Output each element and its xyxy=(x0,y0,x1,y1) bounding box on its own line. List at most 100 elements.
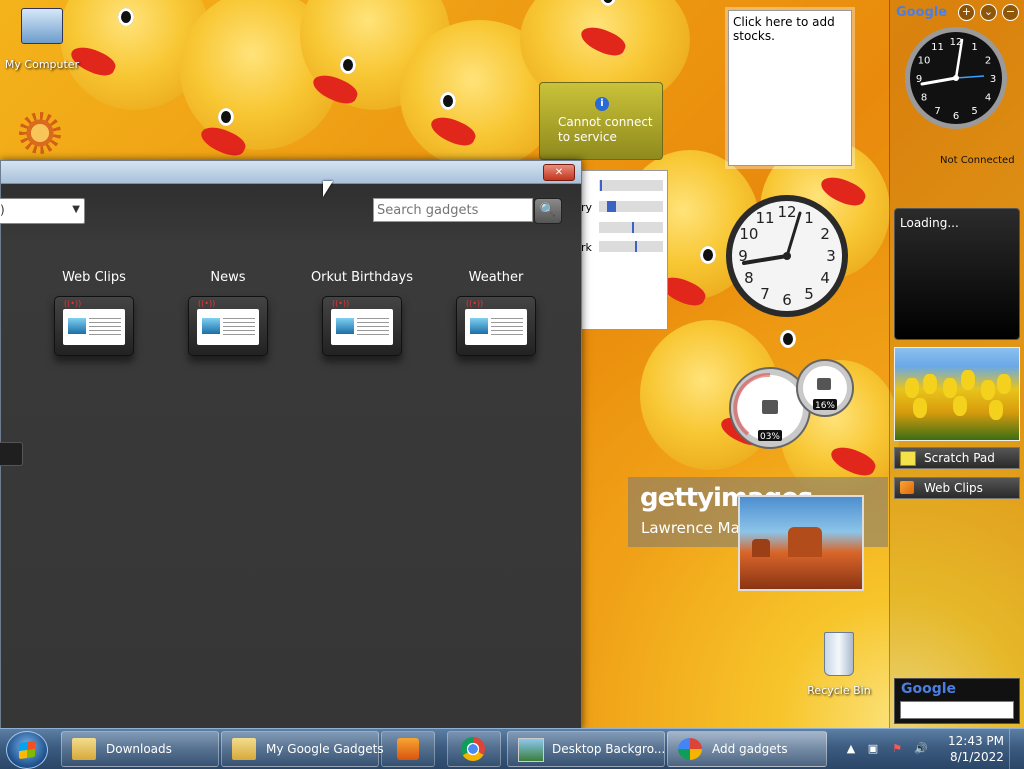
computer-icon xyxy=(21,8,63,44)
traffic-bar xyxy=(599,201,663,212)
traffic-bar xyxy=(599,241,663,252)
analog-clock-gadget[interactable]: 1234567891011 12 xyxy=(724,193,850,319)
traffic-gadget[interactable]: ry rk xyxy=(580,170,668,330)
loading-gadget[interactable]: Loading... xyxy=(894,208,1020,340)
task-label: Add gadgets xyxy=(712,742,788,756)
action-center-icon[interactable]: ⚑ xyxy=(890,742,904,756)
stocks-gadget[interactable]: Click here to add stocks. xyxy=(728,10,852,166)
mandala-icon xyxy=(19,112,61,154)
traffic-row: rk xyxy=(581,241,665,254)
clock-numeral: 4 xyxy=(985,93,991,104)
clock-numeral: 1 xyxy=(971,42,977,53)
clock-numeral: 4 xyxy=(820,269,830,287)
trash-icon xyxy=(824,632,854,676)
gadget-tile-orkut-birthdays[interactable]: Orkut Birthdays ((•)) xyxy=(307,270,417,356)
sidebar-clock-gadget[interactable]: 1234567891011 12 xyxy=(904,26,1008,130)
desert-photo[interactable] xyxy=(738,495,864,591)
clock-numeral: 3 xyxy=(826,247,836,265)
search-button[interactable]: 🔍 xyxy=(534,198,562,224)
rss-feed-icon[interactable]: ((•)) xyxy=(456,296,536,356)
clock-date[interactable]: 8/1/2022 xyxy=(950,750,1004,764)
map-gadget[interactable]: i Cannot connect to service xyxy=(539,82,663,160)
chevron-down-icon: ▼ xyxy=(72,204,80,215)
taskbar: Downloads My Google Gadgets Desktop Back… xyxy=(0,728,1024,769)
cpu-meter-gadget[interactable]: 03% 16% xyxy=(728,356,856,456)
clock-numeral: 7 xyxy=(760,285,770,303)
windows-logo-icon xyxy=(19,740,35,760)
task-my-google-gadgets[interactable]: My Google Gadgets xyxy=(221,731,384,767)
sidebar-item-web-clips[interactable]: Web Clips xyxy=(894,477,1020,499)
chrome-pin[interactable] xyxy=(447,731,501,767)
clock-pin xyxy=(783,252,791,260)
clock-numeral: 6 xyxy=(782,291,792,309)
traffic-label: rk xyxy=(581,241,592,254)
clock-numeral: 5 xyxy=(971,106,977,117)
add-gadget-button[interactable]: + xyxy=(958,4,975,21)
search-gadgets-input[interactable] xyxy=(373,198,533,222)
clock-numeral: 2 xyxy=(820,225,830,243)
desktop-icon-label: Recycle Bin xyxy=(807,684,871,697)
mouse-cursor xyxy=(323,181,333,197)
task-label: My Google Gadgets xyxy=(266,742,384,756)
gadget-gallery: ) ▼ 🔍 Web Clips ((•)) News ((•)) Orkut B… xyxy=(0,184,581,728)
close-button[interactable]: ✕ xyxy=(543,164,575,181)
clock-pin xyxy=(953,75,959,81)
rss-feed-icon[interactable]: ((•)) xyxy=(54,296,134,356)
clock-status: Not Connected xyxy=(940,155,1015,166)
note-icon xyxy=(900,451,916,466)
my-computer-icon[interactable]: My Computer xyxy=(2,8,82,71)
clock-time[interactable]: 12:43 PM xyxy=(948,734,1004,748)
recycle-bin-icon[interactable]: Recycle Bin xyxy=(806,632,872,697)
info-icon: i xyxy=(595,97,609,111)
sidebar-item-scratch-pad[interactable]: Scratch Pad xyxy=(894,447,1020,469)
traffic-fill xyxy=(635,241,637,252)
google-search-input[interactable] xyxy=(900,701,1014,719)
gallery-page-button[interactable] xyxy=(0,442,23,466)
gadget-tile-label: Web Clips xyxy=(62,270,126,285)
close-icon: ✕ xyxy=(554,167,564,178)
clock-numeral: 2 xyxy=(985,56,991,67)
system-tray: ▲ ▣ ⚑ 🔊 12:43 PM 8/1/2022 xyxy=(840,729,1024,769)
stocks-prompt[interactable]: Click here to add stocks. xyxy=(733,15,847,43)
clock-numeral: 6 xyxy=(953,111,959,122)
add-gadgets-window[interactable]: ✕ ) ▼ 🔍 Web Clips ((•)) News ((•)) Orkut… xyxy=(0,160,582,728)
volume-icon[interactable]: 🔊 xyxy=(914,742,928,756)
task-add-gadgets[interactable]: Add gadgets xyxy=(667,731,827,767)
traffic-row xyxy=(581,180,665,192)
chevron-up-icon[interactable]: ▲ xyxy=(844,742,858,756)
rss-icon xyxy=(900,481,914,494)
google-logo: Google xyxy=(901,681,957,697)
gadget-tile-news[interactable]: News ((•)) xyxy=(173,270,283,356)
category-select[interactable]: ) ▼ xyxy=(0,198,85,224)
task-downloads[interactable]: Downloads xyxy=(61,731,219,767)
gadget-tile-weather[interactable]: Weather ((•)) xyxy=(441,270,551,356)
sidebar-google-logo: Google xyxy=(896,5,948,20)
gadget-tile-web-clips[interactable]: Web Clips ((•)) xyxy=(39,270,149,356)
clock-numeral: 11 xyxy=(931,42,944,53)
google-search-gadget: Google xyxy=(894,678,1020,724)
desktop-background-icon xyxy=(518,738,544,762)
sidebar-item-label: Web Clips xyxy=(924,481,983,495)
memory-chip-icon xyxy=(817,378,831,390)
butte-shape xyxy=(788,527,822,557)
gadget-tile-label: News xyxy=(210,270,246,285)
category-select-value: ) xyxy=(0,203,5,217)
show-desktop-button[interactable] xyxy=(1009,729,1024,769)
google-gadgets-icon xyxy=(678,738,702,760)
shortcut-icon[interactable] xyxy=(16,112,64,158)
rss-feed-icon[interactable]: ((•)) xyxy=(322,296,402,356)
window-title-bar[interactable]: ✕ xyxy=(1,161,581,184)
clock-numeral: 1 xyxy=(804,209,814,227)
traffic-fill xyxy=(632,222,634,233)
network-icon[interactable]: ▣ xyxy=(866,742,880,756)
media-player-pin[interactable] xyxy=(381,731,435,767)
task-desktop-background[interactable]: Desktop Backgro... xyxy=(507,731,665,767)
clock-numeral: 8 xyxy=(744,269,754,287)
rss-feed-icon[interactable]: ((•)) xyxy=(188,296,268,356)
tulips-photo[interactable] xyxy=(894,347,1020,441)
clock-numeral: 3 xyxy=(990,74,996,85)
sidebar-menu-button[interactable]: ⌄ xyxy=(980,4,997,21)
traffic-row xyxy=(581,222,665,234)
sidebar-minimize-button[interactable]: − xyxy=(1002,4,1019,21)
start-button[interactable] xyxy=(6,731,48,769)
